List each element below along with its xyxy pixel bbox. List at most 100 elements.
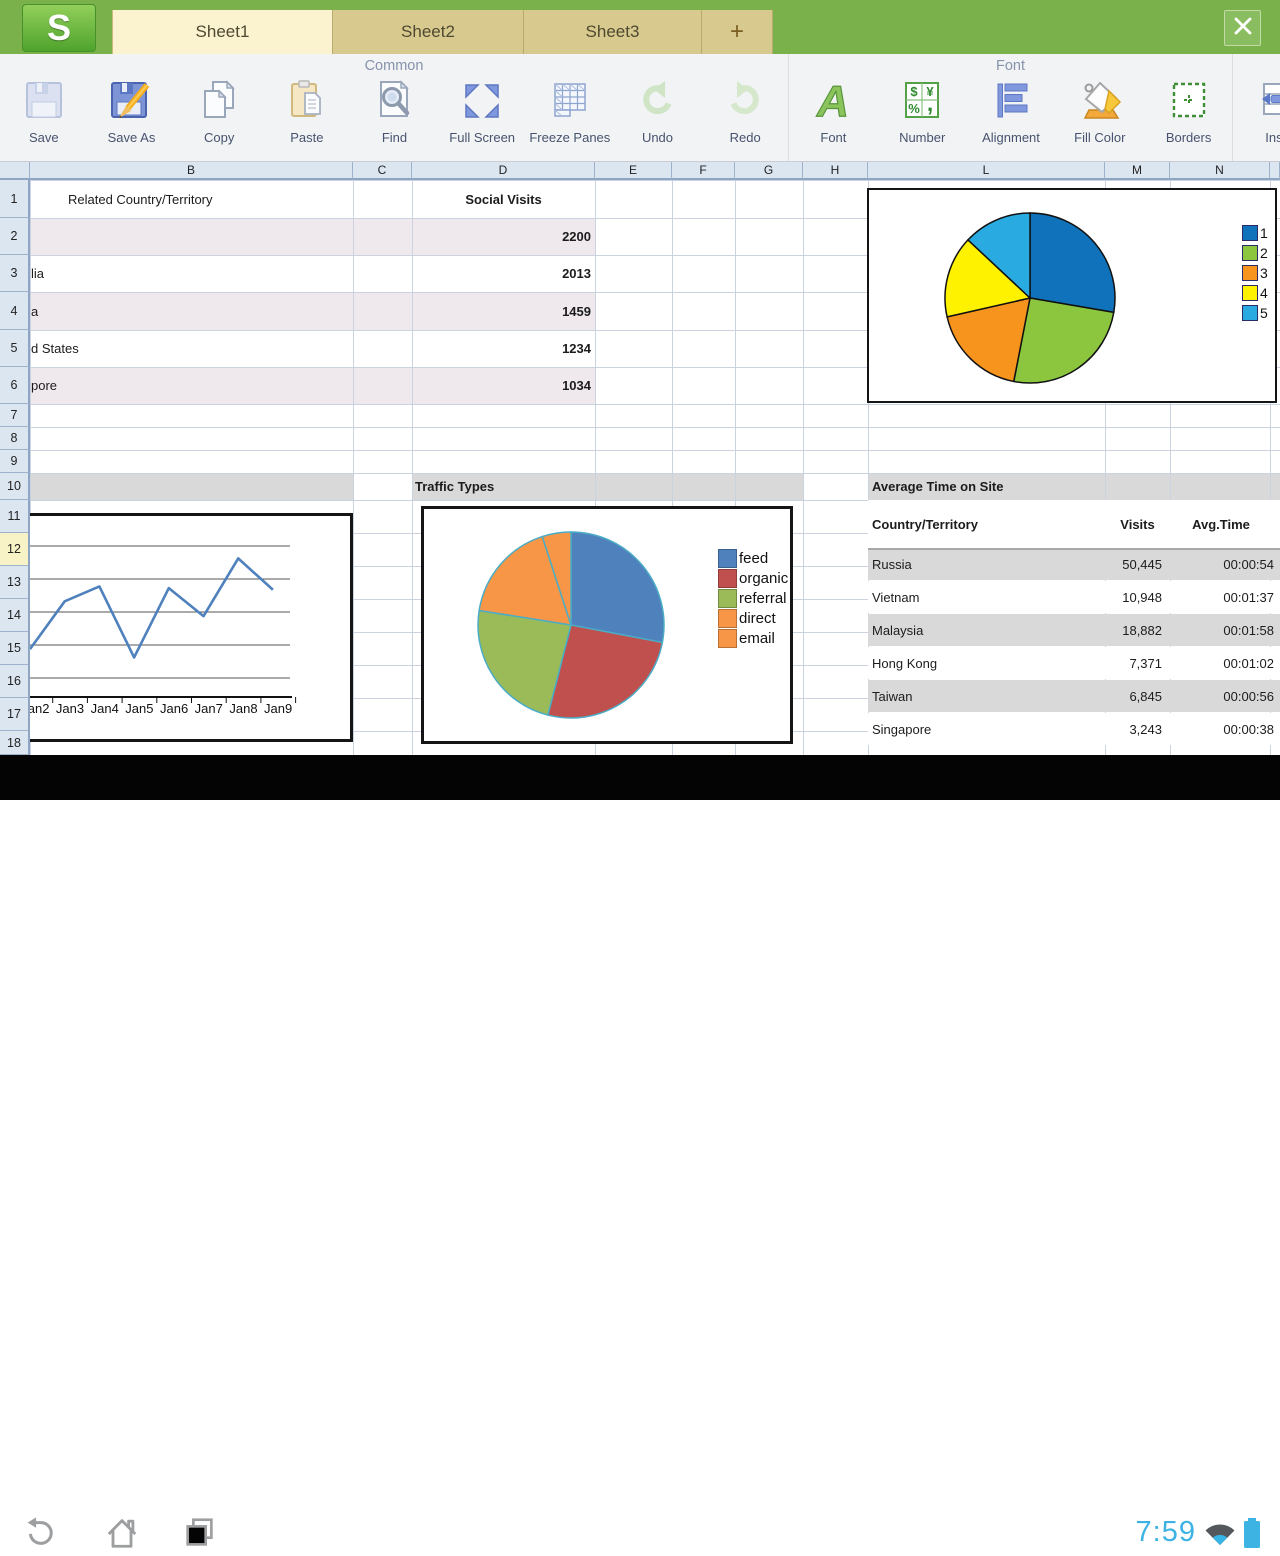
row-header-18[interactable]: 18 (0, 731, 30, 755)
social-visits-pie-chart[interactable]: 12345 (867, 188, 1277, 403)
row-header-14[interactable]: 14 (0, 599, 30, 632)
site-table-visits[interactable]: 18,882 (1000, 614, 1162, 646)
toolbar-button-copy[interactable]: Copy (175, 78, 263, 158)
toolbar-button-insert[interactable]: Insert (1233, 78, 1280, 158)
traffic-types-label[interactable]: Traffic Types (415, 473, 715, 500)
row-header-12[interactable]: 12 (0, 533, 30, 566)
save-as-icon (107, 78, 155, 126)
app-logo[interactable]: S (22, 4, 96, 52)
traffic-types-pie-chart[interactable]: feedorganicreferraldirectemail (421, 506, 793, 744)
site-table-visits[interactable]: 10,948 (1000, 581, 1162, 613)
col-header-M[interactable]: M (1105, 162, 1170, 180)
toolbar-button-alignment[interactable]: Alignment (967, 78, 1056, 158)
col-header-D[interactable]: D (412, 162, 595, 180)
gridline-h (0, 427, 1280, 428)
tab-sheet2[interactable]: Sheet2 (333, 10, 524, 54)
toolbar-button-save[interactable]: Save (0, 78, 88, 158)
toolbar-button-freeze-panes[interactable]: Freeze Panes (526, 78, 614, 158)
spreadsheet-area[interactable]: Related Country/TerritorySocial Visits22… (0, 162, 1280, 755)
legend-label: direct (739, 610, 776, 627)
toolbar-button-find[interactable]: Find (351, 78, 439, 158)
fill-color-icon (1076, 78, 1124, 126)
row-header-16[interactable]: 16 (0, 665, 30, 698)
site-table-avgtime[interactable]: 00:01:37 (1170, 581, 1274, 613)
toolbar-button-full-screen[interactable]: Full Screen (438, 78, 526, 158)
back-button[interactable] (20, 1515, 56, 1556)
row-header-4[interactable]: 4 (0, 292, 30, 330)
cell-country-fragment[interactable]: pore (31, 367, 151, 404)
row-header-17[interactable]: 17 (0, 698, 30, 731)
row-header-3[interactable]: 3 (0, 255, 30, 292)
toolbar-button-label: Font (820, 130, 846, 145)
toolbar-button-number[interactable]: $¥%,Number (878, 78, 967, 158)
row-header-15[interactable]: 15 (0, 632, 30, 665)
close-button[interactable] (1224, 10, 1261, 46)
site-table-avgtime[interactable]: 00:00:38 (1170, 713, 1274, 745)
legend-swatch (718, 549, 737, 568)
row-header-6[interactable]: 6 (0, 367, 30, 404)
col-header-B[interactable]: B (30, 162, 353, 180)
toolbar-group-common: CommonSaveSave AsCopyPasteFindFull Scree… (0, 54, 789, 161)
col-header-H[interactable]: H (803, 162, 868, 180)
toolbar-button-redo[interactable]: Redo (701, 78, 789, 158)
site-table-header-avgtime[interactable]: Avg.Time (1170, 500, 1272, 548)
row-header-13[interactable]: 13 (0, 566, 30, 599)
toolbar-button-font[interactable]: AFont (789, 78, 878, 158)
site-table-avgtime[interactable]: 00:01:02 (1170, 647, 1274, 679)
row-header-10[interactable]: 10 (0, 473, 30, 500)
site-table-header-country[interactable]: Country/Territory (872, 500, 1102, 548)
site-table-visits[interactable]: 3,243 (1000, 713, 1162, 745)
cell-country-fragment[interactable]: d States (31, 330, 151, 367)
recent-apps-button[interactable] (182, 1515, 218, 1556)
toolbar-button-fill-color[interactable]: Fill Color (1055, 78, 1144, 158)
row-header-2[interactable]: 2 (0, 218, 30, 255)
tab-sheet3[interactable]: Sheet3 (524, 10, 702, 54)
cell-social-visits-value[interactable]: 1459 (412, 292, 591, 330)
row-header-9[interactable]: 9 (0, 450, 30, 473)
row-header-7[interactable]: 7 (0, 404, 30, 427)
average-time-label[interactable]: Average Time on Site (872, 473, 1172, 500)
battery-icon (1242, 1517, 1262, 1554)
col-header-G[interactable]: G (735, 162, 803, 180)
col-header-E[interactable]: E (595, 162, 672, 180)
col-header-F[interactable]: F (672, 162, 735, 180)
col-header-corner[interactable] (0, 162, 30, 180)
toolbar-button-borders[interactable]: Borders (1144, 78, 1233, 158)
alignment-icon (987, 78, 1035, 126)
col-header-N[interactable]: N (1170, 162, 1270, 180)
site-table-visits[interactable]: 7,371 (1000, 647, 1162, 679)
cell-social-visits-value[interactable]: 2013 (412, 255, 591, 292)
site-table-visits[interactable]: 6,845 (1000, 680, 1162, 712)
pie-slice-1 (1030, 213, 1115, 312)
cell-related-country-territory[interactable]: Related Country/Territory (68, 180, 348, 218)
toolbar-group-font: FontAFont$¥%,NumberAlignmentFill ColorBo… (789, 54, 1233, 161)
cell-social-visits-value[interactable]: 2200 (412, 218, 591, 255)
home-button[interactable] (104, 1515, 140, 1556)
daily-visits-line-chart[interactable]: Jan2Jan3Jan4Jan5Jan6Jan7Jan8Jan9 (30, 513, 353, 742)
site-table-avgtime[interactable]: 00:00:56 (1170, 680, 1274, 712)
col-header-corner[interactable] (1270, 162, 1280, 180)
site-table-header-visits[interactable]: Visits (1105, 500, 1170, 548)
cell-social-visits-header[interactable]: Social Visits (412, 180, 595, 218)
cell-social-visits-value[interactable]: 1034 (412, 367, 591, 404)
legend-label: referral (739, 590, 787, 607)
legend-item: direct (718, 608, 793, 628)
toolbar-button-undo[interactable]: Undo (614, 78, 702, 158)
row-header-1[interactable]: 1 (0, 180, 30, 218)
toolbar-button-save-as[interactable]: Save As (88, 78, 176, 158)
site-table-visits[interactable]: 50,445 (1000, 548, 1162, 580)
site-table-avgtime[interactable]: 00:00:54 (1170, 548, 1274, 580)
home-icon (104, 1538, 140, 1555)
site-table-avgtime[interactable]: 00:01:58 (1170, 614, 1274, 646)
cell-country-fragment[interactable]: a (31, 292, 151, 330)
cell-country-fragment[interactable]: lia (31, 255, 151, 292)
cell-social-visits-value[interactable]: 1234 (412, 330, 591, 367)
add-sheet-button[interactable]: + (702, 10, 773, 54)
col-header-L[interactable]: L (868, 162, 1105, 180)
col-header-C[interactable]: C (353, 162, 412, 180)
toolbar-button-paste[interactable]: Paste (263, 78, 351, 158)
row-header-11[interactable]: 11 (0, 500, 30, 533)
tab-sheet1[interactable]: Sheet1 (112, 10, 333, 54)
row-header-8[interactable]: 8 (0, 427, 30, 450)
row-header-5[interactable]: 5 (0, 330, 30, 367)
